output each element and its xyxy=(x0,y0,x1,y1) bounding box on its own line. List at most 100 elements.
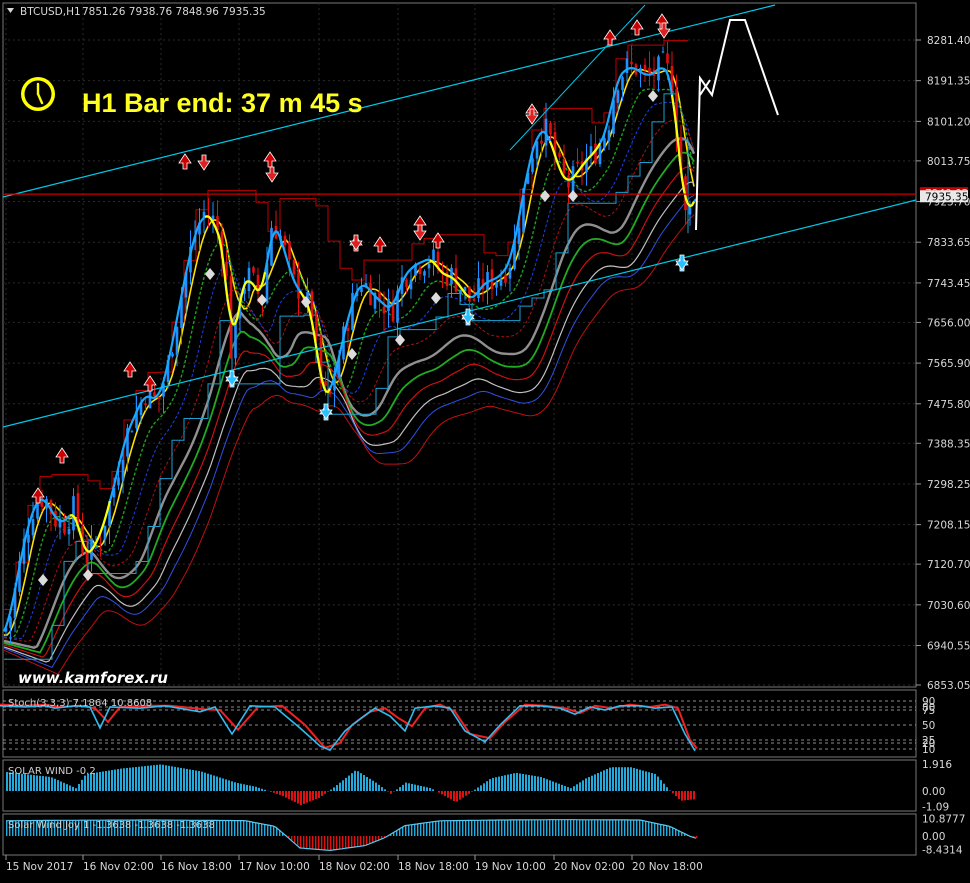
joy-bar xyxy=(447,821,448,836)
joy-bar xyxy=(516,820,517,836)
solar-wind-bar xyxy=(438,791,440,793)
joy-bar xyxy=(576,820,577,836)
y-tick-label: 7743.45 xyxy=(927,278,970,290)
solar-wind-bar xyxy=(303,791,305,804)
joy-bar xyxy=(414,824,415,836)
joy-bar xyxy=(366,836,367,845)
candle-body xyxy=(630,62,633,64)
solar-wind-bar xyxy=(66,784,68,791)
joy-bar xyxy=(363,836,364,846)
candle-body xyxy=(617,90,620,103)
solar-wind-bar xyxy=(417,785,419,791)
solar-wind-bar xyxy=(642,771,644,791)
y-tick-label: 7030.60 xyxy=(927,600,970,612)
solar-wind-bar xyxy=(165,765,167,791)
joy-bar xyxy=(399,829,400,836)
candle-body xyxy=(648,68,651,73)
solar-wind-bar xyxy=(588,777,590,791)
solar-wind-bar xyxy=(663,784,665,791)
solar-wind-bar xyxy=(207,774,209,791)
solar-wind-bar xyxy=(234,782,236,791)
solar-wind-bar xyxy=(612,767,614,791)
solar-wind-bar xyxy=(237,783,239,791)
solar-wind-bar xyxy=(525,774,527,791)
y-tick-label: 7298.25 xyxy=(927,479,970,491)
solar-wind-bar xyxy=(333,787,335,791)
y-tick-label: 8013.75 xyxy=(927,156,970,168)
candle-body xyxy=(68,529,71,534)
y-tick-label: 7833.65 xyxy=(927,237,970,249)
solar-wind-bar xyxy=(573,786,575,791)
joy-bar xyxy=(573,820,574,836)
solar-wind-bar xyxy=(300,791,302,805)
solar-wind-bar xyxy=(198,771,200,791)
candle-body xyxy=(252,267,255,272)
candle-body xyxy=(621,77,624,90)
joy-bar xyxy=(606,820,607,836)
joy-bar xyxy=(696,836,697,838)
joy-bar xyxy=(525,820,526,836)
solar-wind-bar xyxy=(570,788,572,791)
solar-wind-bar xyxy=(156,765,158,791)
y-tick-label: 7120.70 xyxy=(927,559,970,571)
joy-bar xyxy=(243,821,244,836)
joy-bar xyxy=(300,836,301,848)
joy-bar xyxy=(423,823,424,836)
solar-wind-bar xyxy=(255,787,257,791)
joy-bar xyxy=(534,820,535,836)
joy-bar xyxy=(222,820,223,836)
solar-wind-bar xyxy=(594,774,596,791)
solar-wind-bar xyxy=(318,791,320,798)
solar-wind-bar xyxy=(675,791,677,796)
candle-body xyxy=(531,158,534,172)
solar-wind-bar xyxy=(228,780,230,791)
candle-body xyxy=(360,288,363,292)
solar-wind-bar xyxy=(420,786,422,791)
solar-wind-bar xyxy=(672,791,674,793)
ohlc-label: 7851.26 7938.76 7848.96 7935.35 xyxy=(82,6,266,18)
solar-wind-bar xyxy=(516,773,518,791)
joy-bar xyxy=(459,821,460,836)
candle-body xyxy=(567,175,570,187)
solar-wind-bar xyxy=(576,784,578,791)
solar-wind-bar xyxy=(567,787,569,791)
joy-bar xyxy=(636,820,637,836)
candle-body xyxy=(563,159,566,173)
y-tick-label: 7656.00 xyxy=(927,317,970,329)
joy-bar xyxy=(615,820,616,836)
joy-bar xyxy=(219,820,220,836)
solar-wind-bar xyxy=(375,783,377,791)
solar-wind-bar xyxy=(387,791,389,792)
candle-body xyxy=(63,521,66,533)
candle-body xyxy=(608,130,611,141)
candle-body xyxy=(212,216,215,219)
joy-bar xyxy=(570,820,571,836)
solar-wind-bar xyxy=(348,776,350,791)
joy-bar xyxy=(237,821,238,836)
solar-wind-bar xyxy=(180,768,182,791)
solar-wind-bar xyxy=(351,773,353,791)
candle-body xyxy=(293,260,296,274)
candle-body xyxy=(666,53,669,63)
symbol-label: BTCUSD,H1 xyxy=(20,6,81,18)
solar-wind-bar xyxy=(693,791,695,799)
candle-body xyxy=(468,287,471,301)
solar-wind-bar xyxy=(129,768,131,791)
solar-wind-bar xyxy=(99,772,101,791)
solar-wind-bar xyxy=(111,770,113,791)
solar-wind-bar xyxy=(297,791,299,804)
solar-wind-bar xyxy=(339,783,341,791)
solar-wind-bar xyxy=(213,776,215,791)
joy-bar xyxy=(522,820,523,836)
candle-body xyxy=(131,431,134,432)
joy-bar xyxy=(252,822,253,836)
y-tick-label: 8191.35 xyxy=(927,76,970,88)
solar-wind-bar xyxy=(189,769,191,791)
solar-wind-bar xyxy=(141,766,143,791)
joy-bar xyxy=(294,836,295,843)
candle-body xyxy=(576,162,579,164)
joy-bar xyxy=(666,826,667,836)
joy-bar xyxy=(438,821,439,836)
candle-body xyxy=(599,145,602,164)
chart-window: 8281.408191.358101.208013.757923.707833.… xyxy=(0,0,970,879)
